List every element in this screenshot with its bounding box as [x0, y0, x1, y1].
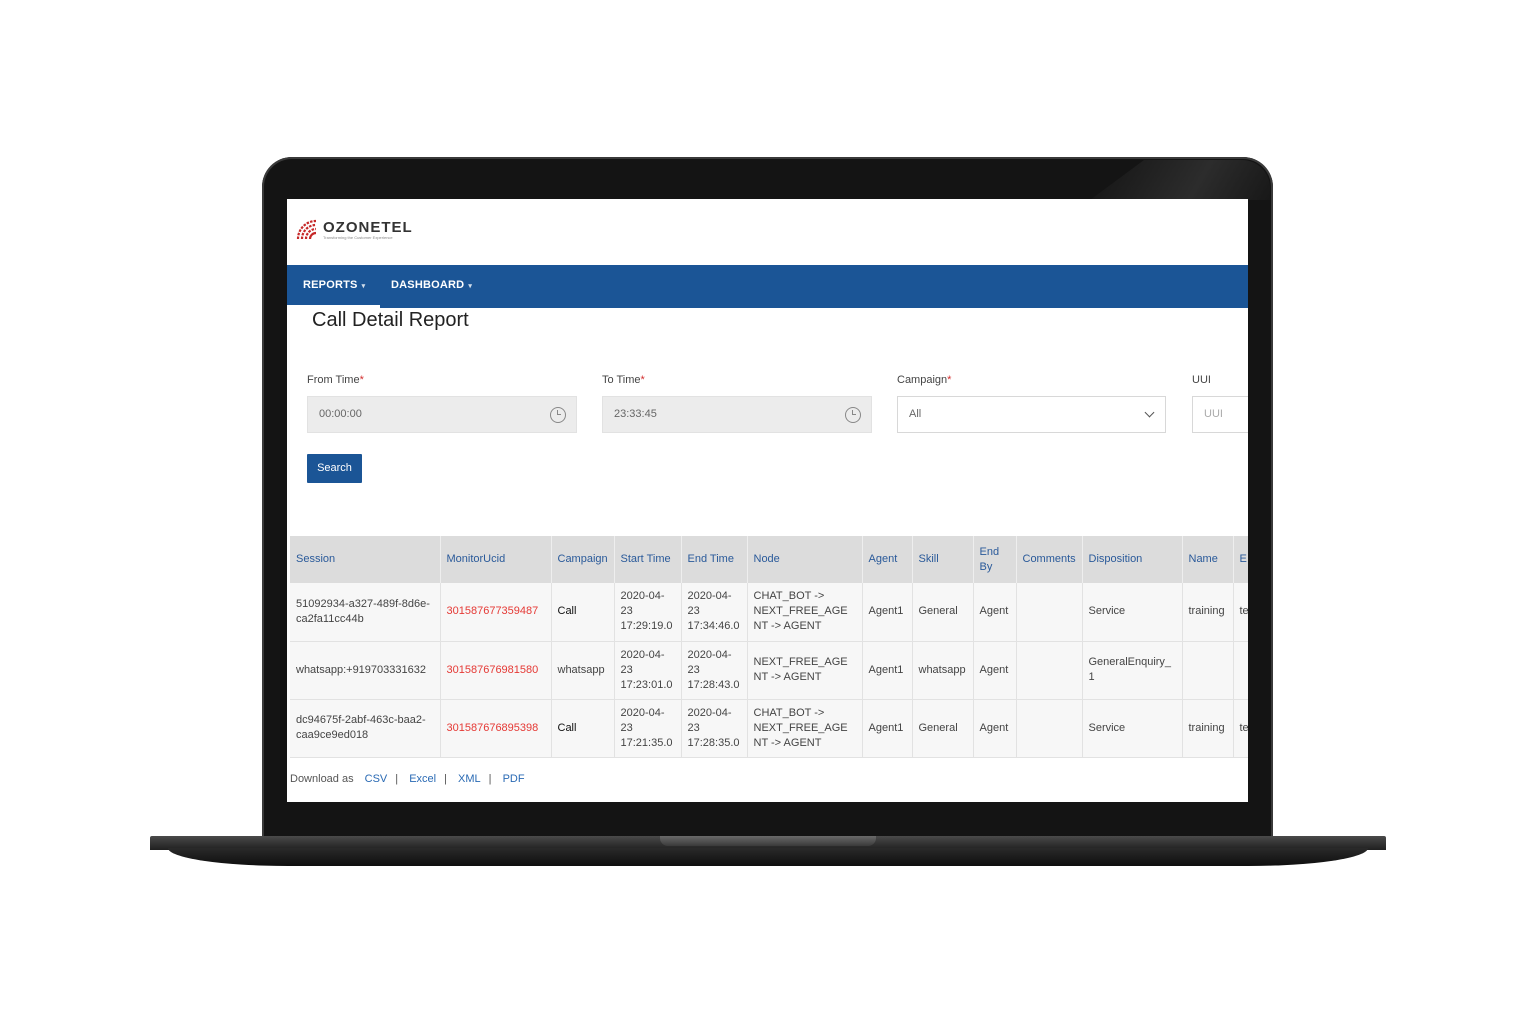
- cell-comments: [1016, 641, 1083, 700]
- main-navbar: REPORTS ▾ DASHBOARD ▾: [287, 265, 1248, 308]
- laptop-base-bottom: [168, 848, 1368, 866]
- cell-monitorucid[interactable]: 301587676981580: [440, 641, 552, 700]
- download-csv-link[interactable]: CSV: [365, 773, 388, 785]
- cell-disposition: GeneralEnquiry_1: [1082, 641, 1183, 700]
- cell-start-time: 2020-04-23 17:29:19.0: [614, 583, 682, 642]
- download-bar: Download as CSV | Excel | XML | PDF: [290, 773, 533, 785]
- col-header-monitorucid[interactable]: MonitorUcid: [440, 536, 552, 583]
- col-header-start-time[interactable]: Start Time: [614, 536, 682, 583]
- cell-campaign: whatsapp: [551, 641, 615, 700]
- col-header-end-time[interactable]: End Time: [681, 536, 748, 583]
- col-header-skill[interactable]: Skill: [912, 536, 974, 583]
- col-header-node[interactable]: Node: [747, 536, 863, 583]
- cell-session: whatsapp:+919703331632: [290, 641, 441, 700]
- cell-skill: General: [912, 699, 974, 758]
- download-pdf-link[interactable]: PDF: [503, 773, 525, 785]
- nav-reports[interactable]: REPORTS ▾: [287, 265, 381, 308]
- to-time-label: To Time*: [602, 374, 645, 386]
- from-time-label: From Time*: [307, 374, 364, 386]
- cell-node: NEXT_FREE_AGENT -> AGENT: [747, 641, 863, 700]
- ozonetel-logo-icon: [296, 219, 317, 240]
- cell-end-by: Agent: [973, 699, 1017, 758]
- col-header-name[interactable]: Name: [1182, 536, 1234, 583]
- to-time-input[interactable]: 23:33:45: [602, 396, 872, 433]
- col-header-comments[interactable]: Comments: [1016, 536, 1083, 583]
- cell-disposition: Service: [1082, 583, 1183, 642]
- cell-e: [1233, 641, 1248, 700]
- nav-reports-label: REPORTS: [303, 279, 358, 291]
- col-header-agent[interactable]: Agent: [862, 536, 913, 583]
- laptop-notch: [660, 836, 876, 846]
- col-header-end-by[interactable]: End By: [973, 536, 1017, 583]
- table-row: 51092934-a327-489f-8d6e-ca2fa11cc44b 301…: [290, 583, 1248, 642]
- download-xml-link[interactable]: XML: [458, 773, 481, 785]
- nav-dashboard-label: DASHBOARD: [391, 279, 465, 291]
- cell-agent: Agent1: [862, 583, 913, 642]
- campaign-select[interactable]: All: [897, 396, 1166, 433]
- cell-campaign: Call: [551, 699, 615, 758]
- cell-monitorucid[interactable]: 301587676895398: [440, 699, 552, 758]
- cell-disposition: Service: [1082, 699, 1183, 758]
- cell-session: 51092934-a327-489f-8d6e-ca2fa11cc44b: [290, 583, 441, 642]
- cell-comments: [1016, 583, 1083, 642]
- table-header-row: Session MonitorUcid Campaign Start Time …: [290, 536, 1248, 583]
- caret-down-icon: ▾: [361, 283, 366, 290]
- uui-input[interactable]: UUI: [1192, 396, 1248, 433]
- clock-icon[interactable]: [550, 407, 566, 423]
- separator: |: [488, 773, 492, 785]
- col-header-disposition[interactable]: Disposition: [1082, 536, 1183, 583]
- col-header-campaign[interactable]: Campaign: [551, 536, 615, 583]
- cell-agent: Agent1: [862, 641, 913, 700]
- uui-label: UUI: [1192, 374, 1211, 386]
- app-header: OZONETEL Transforming the Customer Exper…: [287, 199, 1248, 265]
- cell-monitorucid[interactable]: 301587677359487: [440, 583, 552, 642]
- cell-name: training: [1182, 583, 1234, 642]
- separator: |: [395, 773, 399, 785]
- cell-skill: General: [912, 583, 974, 642]
- campaign-label: Campaign*: [897, 374, 952, 386]
- table-row: whatsapp:+919703331632 301587676981580 w…: [290, 641, 1248, 700]
- call-detail-table: Session MonitorUcid Campaign Start Time …: [290, 536, 1248, 758]
- logo-text: OZONETEL Transforming the Customer Exper…: [323, 220, 413, 240]
- page-title: Call Detail Report: [312, 309, 469, 331]
- cell-skill: whatsapp: [912, 641, 974, 700]
- nav-dashboard[interactable]: DASHBOARD ▾: [391, 265, 472, 308]
- cell-comments: [1016, 699, 1083, 758]
- search-button[interactable]: Search: [307, 454, 362, 483]
- chevron-down-icon: [1144, 407, 1155, 418]
- download-label: Download as: [290, 773, 354, 785]
- cell-agent: Agent1: [862, 699, 913, 758]
- table-row: dc94675f-2abf-463c-baa2-caa9ce9ed018 301…: [290, 699, 1248, 758]
- cell-end-time: 2020-04-23 17:28:35.0: [681, 699, 748, 758]
- app-screen: OZONETEL Transforming the Customer Exper…: [287, 199, 1248, 802]
- cell-start-time: 2020-04-23 17:21:35.0: [614, 699, 682, 758]
- from-time-input[interactable]: 00:00:00: [307, 396, 577, 433]
- brand-name: OZONETEL: [323, 219, 413, 236]
- cell-end-time: 2020-04-23 17:34:46.0: [681, 583, 748, 642]
- cell-node: CHAT_BOT -> NEXT_FREE_AGENT -> AGENT: [747, 699, 863, 758]
- cell-e: te: [1233, 583, 1248, 642]
- download-excel-link[interactable]: Excel: [409, 773, 436, 785]
- cell-end-by: Agent: [973, 583, 1017, 642]
- from-time-value: 00:00:00: [319, 408, 362, 420]
- cell-node: CHAT_BOT -> NEXT_FREE_AGENT -> AGENT: [747, 583, 863, 642]
- cell-name: [1182, 641, 1234, 700]
- cell-start-time: 2020-04-23 17:23:01.0: [614, 641, 682, 700]
- col-header-e[interactable]: E: [1233, 536, 1248, 583]
- cell-name: training: [1182, 699, 1234, 758]
- cell-session: dc94675f-2abf-463c-baa2-caa9ce9ed018: [290, 699, 441, 758]
- cell-campaign: Call: [551, 583, 615, 642]
- to-time-value: 23:33:45: [614, 408, 657, 420]
- separator: |: [444, 773, 447, 785]
- cell-end-time: 2020-04-23 17:28:43.0: [681, 641, 748, 700]
- caret-down-icon: ▾: [468, 283, 473, 290]
- clock-icon[interactable]: [845, 407, 861, 423]
- logo[interactable]: OZONETEL Transforming the Customer Exper…: [296, 219, 413, 241]
- col-header-session[interactable]: Session: [290, 536, 441, 583]
- cell-e: te: [1233, 699, 1248, 758]
- campaign-value: All: [909, 408, 922, 420]
- cell-end-by: Agent: [973, 641, 1017, 700]
